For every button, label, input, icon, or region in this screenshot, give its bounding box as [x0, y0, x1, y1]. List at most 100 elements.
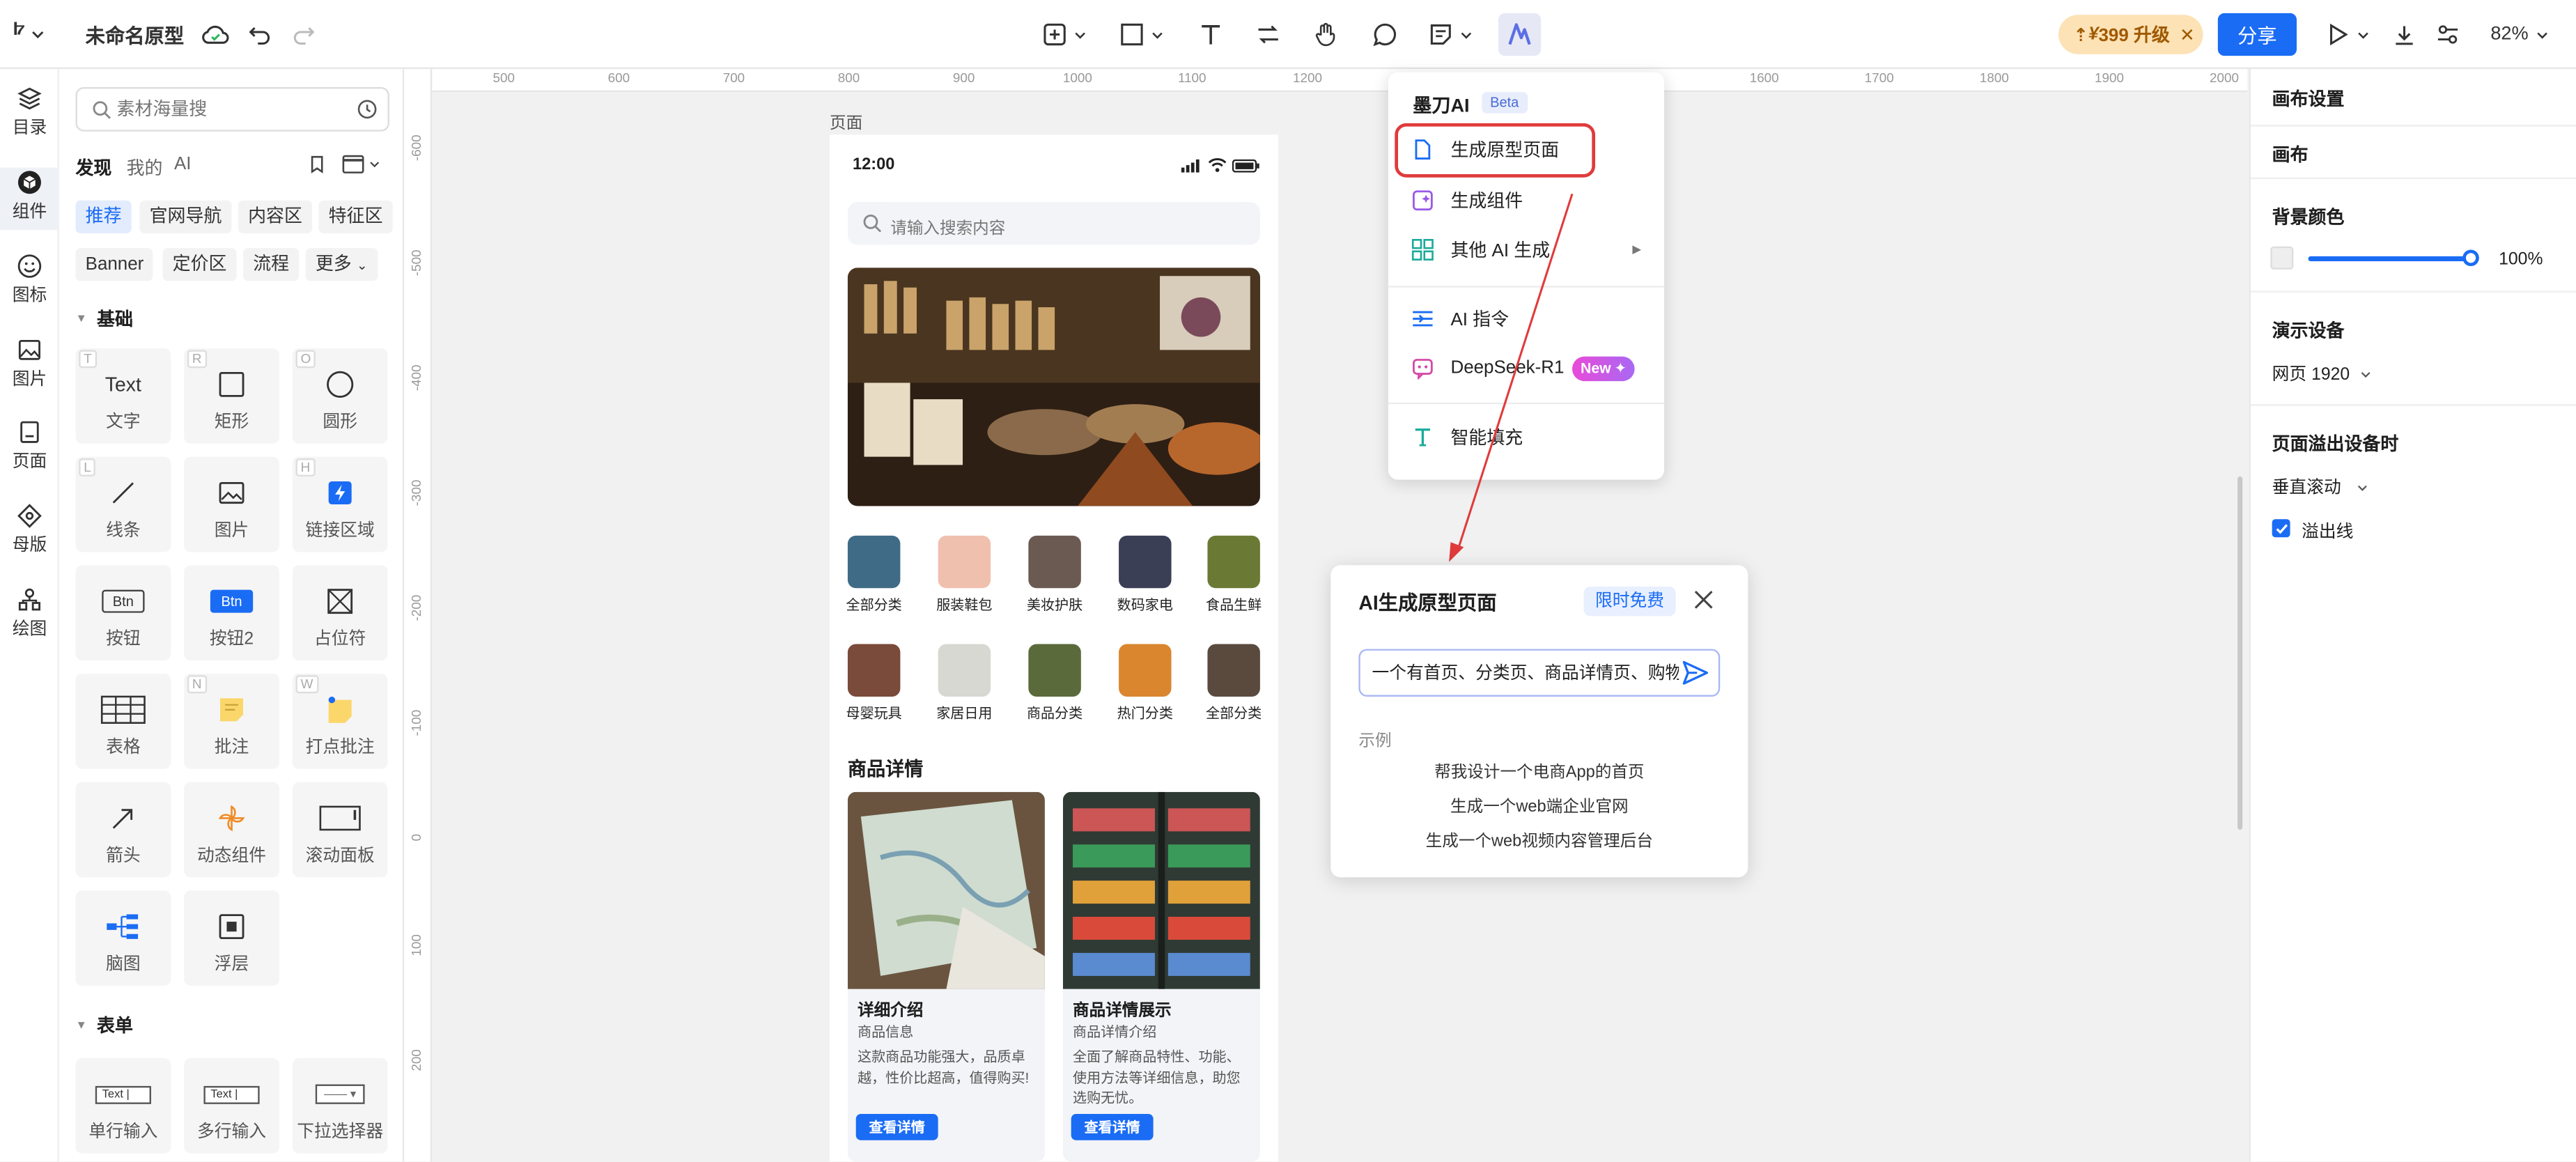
note-tool[interactable]	[1427, 17, 1473, 53]
logo-menu[interactable]: ᴵ⁷	[13, 17, 45, 53]
example-prompt[interactable]: 生成一个web端企业官网	[1330, 792, 1748, 816]
tile-pin-annotation[interactable]: W 打点批注	[292, 673, 388, 769]
cloud-sync-icon[interactable]	[201, 17, 230, 53]
device-select[interactable]: 网页 1920	[2272, 362, 2373, 386]
hand-tool-icon[interactable]	[1312, 17, 1339, 53]
page-frame-label[interactable]: 页面	[830, 109, 862, 133]
tile-table[interactable]: 表格	[75, 673, 171, 769]
rectangle-tool[interactable]	[1119, 17, 1165, 53]
tab-discover[interactable]: 发现	[75, 155, 111, 181]
category-beauty[interactable]: 美妆护肤	[1022, 535, 1087, 614]
category-home[interactable]: 家居日用	[931, 644, 997, 722]
add-frame-tool[interactable]	[1041, 17, 1087, 53]
phone-page-frame[interactable]: 12:00 请输入搜索内容 全部分类 服装鞋包 美妆护肤 数码家电 食品生鲜 母…	[829, 134, 1278, 1162]
category-all-2[interactable]: 全部分类	[1201, 644, 1266, 722]
section-basic-header[interactable]: ▼ 基础	[75, 306, 132, 332]
zoom-control[interactable]: 82%	[2490, 17, 2550, 53]
tile-text[interactable]: T Text 文字	[75, 348, 171, 444]
view-details-button[interactable]: 查看详情	[1071, 1113, 1154, 1140]
example-prompt[interactable]: 生成一个web视频内容管理后台	[1330, 826, 1748, 851]
scroll-select[interactable]: 垂直滚动	[2272, 475, 2369, 499]
chip-content[interactable]: 内容区	[238, 200, 313, 233]
chip-features[interactable]: 特征区	[318, 200, 393, 233]
dialog-title: AI生成原型页面	[1358, 591, 1497, 615]
overflow-line-label[interactable]: 溢出线	[2302, 519, 2353, 543]
preview-play-tool[interactable]	[2325, 17, 2371, 53]
opacity-slider-handle[interactable]	[2462, 249, 2479, 267]
category-baby[interactable]: 母婴玩具	[841, 644, 907, 722]
tile-button2[interactable]: Btn 按钮2	[184, 565, 279, 661]
category-food[interactable]: 食品生鲜	[1201, 535, 1266, 614]
search-input[interactable]	[116, 95, 347, 125]
section-form-header[interactable]: ▼ 表单	[75, 1012, 132, 1039]
category-product[interactable]: 商品分类	[1022, 644, 1087, 722]
product-card[interactable]: 详细介绍 商品信息 这款商品功能强大，品质卓越，性价比超高，值得购买! 查看详情	[847, 791, 1045, 1162]
example-prompt[interactable]: 帮我设计一个电商App的首页	[1330, 757, 1748, 782]
tile-annotation[interactable]: N 批注	[184, 673, 279, 769]
prompt-input[interactable]	[1372, 658, 1679, 687]
history-icon[interactable]	[357, 99, 378, 121]
tab-ai[interactable]: AI	[174, 155, 192, 174]
tile-single-input[interactable]: Text | 单行输入	[75, 1058, 171, 1154]
material-search[interactable]	[75, 86, 389, 132]
tile-image[interactable]: 图片	[184, 456, 279, 552]
overflow-line-checkbox[interactable]	[2272, 519, 2290, 538]
tile-placeholder[interactable]: 占位符	[292, 565, 388, 661]
tile-multi-input[interactable]: Text | 多行输入	[184, 1058, 279, 1154]
send-icon[interactable]	[1682, 660, 1709, 685]
chip-flow[interactable]: 流程	[243, 248, 300, 281]
opacity-value[interactable]: 100%	[2499, 249, 2543, 269]
chip-pricing[interactable]: 定价区	[162, 248, 237, 281]
tile-overlay[interactable]: 浮层	[184, 890, 279, 986]
close-icon[interactable]	[1694, 590, 1714, 610]
tile-link-area[interactable]: H 链接区域	[292, 456, 388, 552]
prompt-input-box[interactable]	[1358, 649, 1721, 697]
text-tool-icon[interactable]	[1197, 17, 1224, 53]
download-icon[interactable]	[2392, 17, 2416, 53]
chip-site-nav[interactable]: 官网导航	[139, 200, 232, 233]
category-all[interactable]: 全部分类	[841, 535, 907, 614]
chip-recommend[interactable]: 推荐	[75, 200, 132, 233]
ai-tool-button[interactable]	[1498, 13, 1542, 56]
phone-search-bar[interactable]: 请输入搜索内容	[847, 202, 1260, 245]
nav-item-components[interactable]: 组件	[0, 167, 59, 231]
share-button[interactable]: 分享	[2217, 13, 2297, 56]
tile-mindmap[interactable]: 脑图	[75, 890, 171, 986]
comment-tool-icon[interactable]	[1372, 17, 1398, 53]
nav-item-masters[interactable]: 母版	[0, 503, 59, 557]
tile-arrow[interactable]: 箭头	[75, 782, 171, 878]
tab-mine[interactable]: 我的	[127, 155, 163, 181]
tile-rectangle[interactable]: R 矩形	[184, 348, 279, 444]
tile-dropdown[interactable]: —— ▾ 下拉选择器	[292, 1058, 388, 1154]
nav-item-drawing[interactable]: 绘图	[0, 587, 59, 641]
chip-more[interactable]: 更多 ⌄	[305, 248, 378, 281]
redo-icon[interactable]	[293, 17, 316, 53]
nav-item-images[interactable]: 图片	[0, 336, 59, 391]
tile-scroll-panel[interactable]: 滚动面板	[292, 782, 388, 878]
close-upgrade-icon[interactable]: ✕	[2180, 24, 2195, 45]
category-hot[interactable]: 热门分类	[1112, 644, 1178, 722]
background-color-swatch[interactable]	[2270, 246, 2294, 270]
tile-button[interactable]: Btn 按钮	[75, 565, 171, 661]
nav-item-pages[interactable]: 页面	[0, 419, 59, 473]
tile-dynamic-component[interactable]: 动态组件	[184, 782, 279, 878]
category-apparel[interactable]: 服装鞋包	[931, 535, 997, 614]
nav-item-icons[interactable]: 图标	[0, 253, 59, 307]
nav-item-outline[interactable]: 目录	[0, 86, 59, 140]
product-card[interactable]: 商品详情展示 商品详情介绍 全面了解商品特性、功能、使用方法等详细信息，助您选购…	[1062, 791, 1260, 1162]
opacity-slider-track[interactable]	[2308, 256, 2473, 261]
banner-image[interactable]	[847, 268, 1260, 506]
undo-icon[interactable]	[248, 17, 271, 53]
chip-banner[interactable]: Banner	[75, 248, 154, 281]
view-toggle[interactable]	[342, 155, 382, 174]
connector-tool-icon[interactable]	[1255, 17, 1282, 53]
tile-line[interactable]: L 线条	[75, 456, 171, 552]
document-title[interactable]: 未命名原型	[86, 17, 185, 53]
upgrade-button[interactable]: ⇡ ¥399 升级 ✕	[2058, 15, 2203, 54]
settings-sliders-icon[interactable]	[2435, 17, 2461, 53]
tile-circle[interactable]: O 圆形	[292, 348, 388, 444]
bookmark-icon[interactable]	[307, 155, 327, 174]
category-digital[interactable]: 数码家电	[1112, 535, 1178, 614]
view-details-button[interactable]: 查看详情	[855, 1113, 938, 1140]
canvas-scrollbar[interactable]	[2237, 476, 2243, 830]
